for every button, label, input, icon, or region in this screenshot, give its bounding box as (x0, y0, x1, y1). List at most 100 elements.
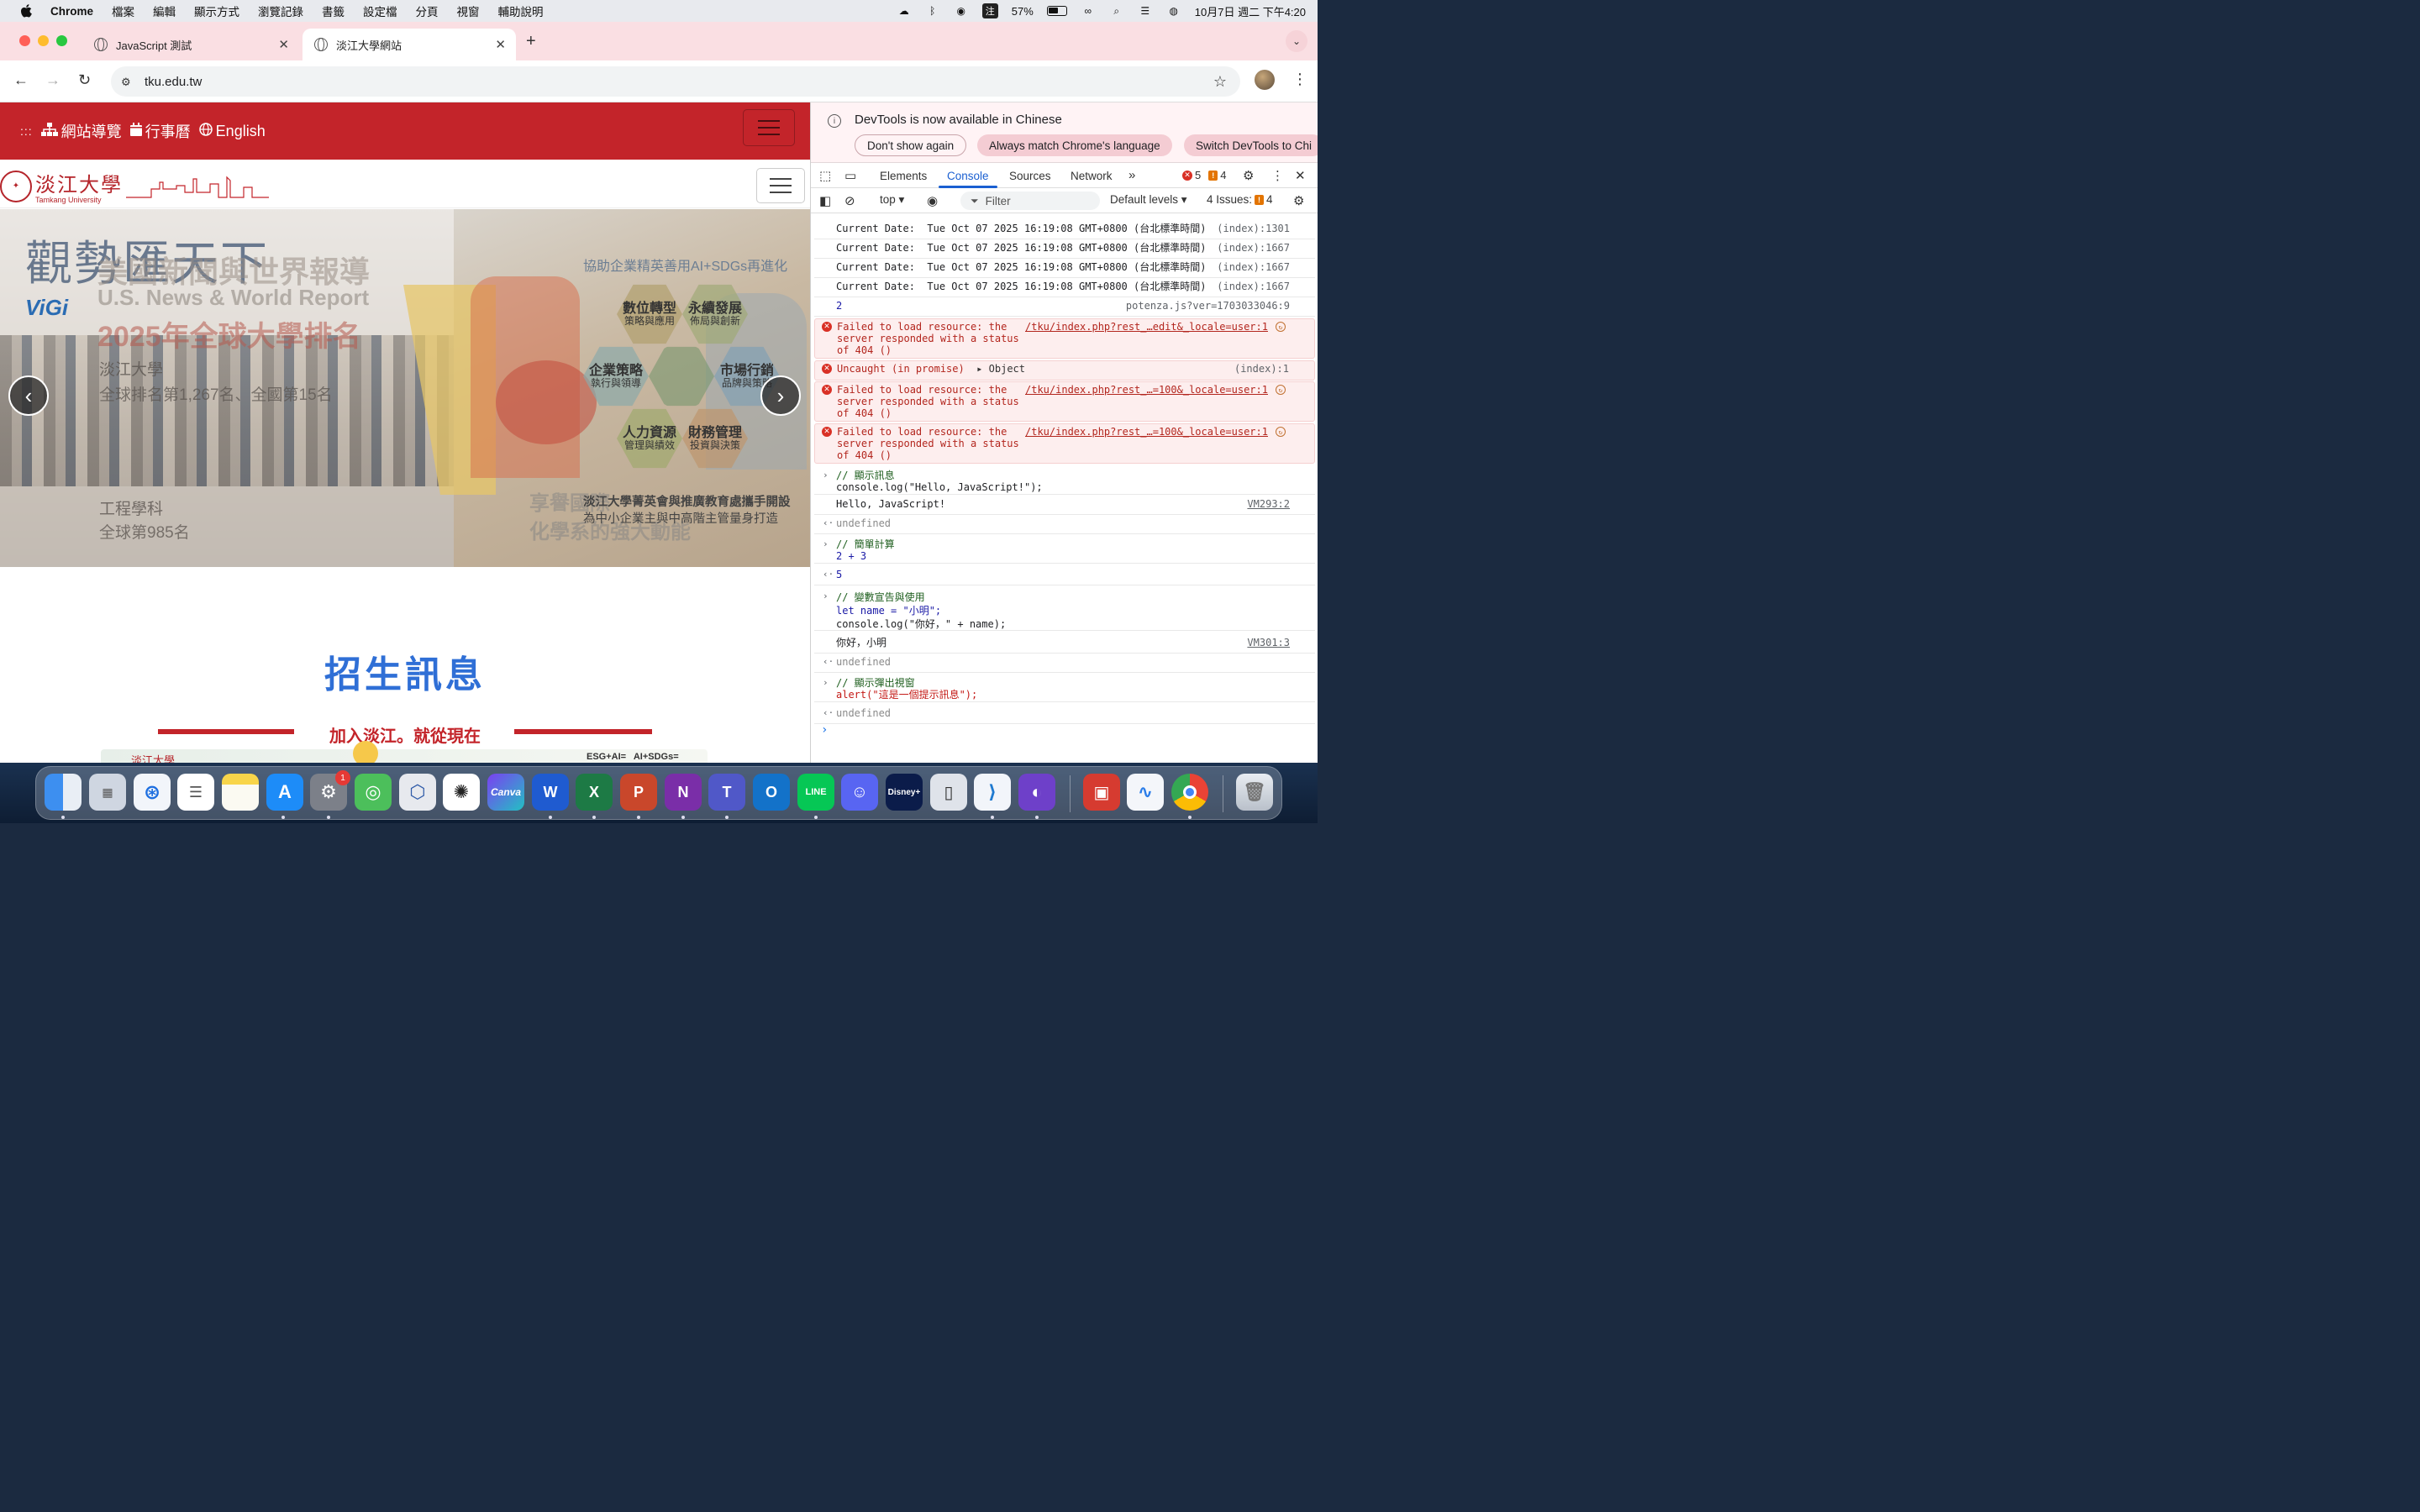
log-source-link[interactable]: (index):1667 (1217, 261, 1290, 273)
line-icon[interactable]: LINE (797, 774, 834, 811)
console-prompt[interactable]: › (821, 723, 828, 737)
word-icon[interactable]: W (532, 774, 569, 811)
virtualbox-icon[interactable]: ⬡ (399, 774, 436, 811)
close-devtools-icon[interactable]: ✕ (1295, 168, 1306, 183)
more-tabs-chevron-icon[interactable]: » (1128, 168, 1135, 182)
notes-icon[interactable] (222, 774, 259, 811)
log-source-link[interactable]: (index):1301 (1217, 223, 1290, 234)
siri-icon[interactable]: ◍ (1166, 5, 1181, 17)
menu-window[interactable]: 視窗 (457, 3, 480, 19)
powerpoint-icon[interactable]: P (620, 774, 657, 811)
tab-search-chevron-icon[interactable]: ⌄ (1286, 30, 1307, 52)
carousel-next-button[interactable]: › (760, 375, 801, 416)
vscode-icon[interactable]: ⟩ (974, 774, 1011, 811)
minimize-window-button[interactable] (38, 35, 49, 46)
chrome-menu-icon[interactable]: ⋮ (1292, 71, 1307, 88)
trash-icon[interactable]: 🗑 (1236, 774, 1273, 811)
system-settings-icon[interactable]: ⚙ 1 (310, 770, 350, 811)
network-request-icon[interactable]: ↻ (1276, 427, 1286, 437)
error-source-link[interactable]: /tku/index.php?rest_…edit&_locale=user:1 (1025, 321, 1268, 333)
menu-app-chrome[interactable]: Chrome (50, 5, 93, 18)
menu-profiles[interactable]: 設定檔 (363, 3, 397, 19)
finder-icon[interactable] (45, 774, 82, 811)
top-hamburger-menu-button[interactable] (743, 109, 795, 146)
carousel-prev-button[interactable]: ‹ (8, 375, 49, 416)
tab-sources[interactable]: Sources (1009, 170, 1051, 182)
console-settings-icon[interactable]: ⚙ (1293, 193, 1304, 208)
profile-avatar[interactable] (1255, 70, 1275, 90)
apple-menu-icon[interactable] (18, 3, 34, 18)
battery-icon[interactable] (1046, 6, 1067, 16)
tab-elements[interactable]: Elements (880, 170, 927, 182)
photo-booth-icon[interactable]: ▣ (1083, 774, 1120, 811)
onenote-icon[interactable]: N (665, 774, 702, 811)
cloud-sync-icon[interactable]: ☁ (897, 5, 912, 17)
launchpad-icon[interactable]: ▦ (89, 774, 126, 811)
find-my-icon[interactable]: ◎ (355, 774, 392, 811)
error-object[interactable]: Object (989, 363, 1025, 375)
always-match-language-button[interactable]: Always match Chrome's language (977, 134, 1172, 156)
tab-console[interactable]: Console (947, 170, 989, 182)
network-request-icon[interactable]: ↻ (1276, 385, 1286, 395)
discord-icon[interactable]: ☺ (841, 774, 878, 811)
console-filter-input[interactable]: ⏷ Filter (960, 192, 1100, 210)
close-window-button[interactable] (19, 35, 30, 46)
input-chevron-icon[interactable]: › (823, 677, 829, 688)
teams-icon[interactable]: T (708, 774, 745, 811)
excel-icon[interactable]: X (576, 774, 613, 811)
settings-gear-icon[interactable]: ⚙ (1243, 168, 1254, 183)
close-tab-icon[interactable]: ✕ (495, 37, 506, 52)
sidebar-toggle-icon[interactable]: ◧ (819, 193, 831, 208)
input-method-indicator[interactable]: 注 (981, 3, 998, 18)
menu-help[interactable]: 輔助說明 (498, 3, 544, 19)
switch-to-chinese-button[interactable]: Switch DevTools to Chi (1184, 134, 1318, 156)
reminders-icon[interactable]: ☰ (177, 774, 214, 811)
expand-triangle-icon[interactable]: ▸ (976, 363, 982, 375)
chatgpt-icon[interactable]: ✺ (443, 774, 480, 811)
log-source-link[interactable]: potenza.js?ver=1703033046:9 (1126, 300, 1290, 312)
control-center-icon[interactable]: ☰ (1138, 5, 1153, 17)
link-icon[interactable]: ∞ (1081, 5, 1096, 17)
chrome-icon[interactable] (1171, 774, 1208, 811)
iphone-mirroring-icon[interactable]: ▯ (930, 774, 967, 811)
menu-view[interactable]: 顯示方式 (194, 3, 239, 19)
menu-history[interactable]: 瀏覽記錄 (258, 3, 303, 19)
tku-logo[interactable]: ✦ 淡江大學 Tamkang University (0, 168, 269, 204)
menu-edit[interactable]: 編輯 (153, 3, 176, 19)
network-request-icon[interactable]: ↻ (1276, 322, 1286, 332)
tab-javascript-test[interactable]: JavaScript 測試 ✕ (82, 29, 299, 60)
menu-tab[interactable]: 分頁 (416, 3, 439, 19)
menu-file[interactable]: 檔案 (112, 3, 134, 19)
url-text[interactable]: tku.edu.tw (145, 75, 202, 89)
close-tab-icon[interactable]: ✕ (278, 37, 289, 52)
log-source-link[interactable]: VM293:2 (1247, 498, 1290, 510)
back-arrow-icon[interactable]: ← (13, 71, 29, 89)
calendar-link[interactable]: 行事曆 (129, 120, 191, 142)
app-store-icon[interactable]: A (266, 774, 303, 811)
sitemap-link[interactable]: 網站導覽 (40, 120, 122, 142)
dont-show-again-button[interactable]: Don't show again (855, 134, 967, 156)
log-source-link[interactable]: (index):1667 (1217, 242, 1290, 254)
airdrop-icon[interactable]: ◉ (954, 5, 969, 17)
bluetooth-icon[interactable]: ᛒ (925, 5, 940, 17)
log-levels-dropdown[interactable]: Default levels ▾ (1110, 193, 1187, 207)
address-bar[interactable]: ⚙ tku.edu.tw ☆ (111, 66, 1240, 97)
grid-dots-icon[interactable]: ::: (20, 124, 33, 138)
devtools-menu-icon[interactable]: ⋮ (1271, 168, 1284, 183)
site-info-icon[interactable]: ⚙ (121, 76, 134, 88)
clear-console-icon[interactable]: ⊘ (844, 193, 855, 208)
error-count-badge[interactable]: ✕ 5 ! 4 (1182, 169, 1226, 181)
reload-icon[interactable]: ↻ (78, 71, 91, 89)
input-chevron-icon[interactable]: › (823, 470, 829, 480)
error-source-link[interactable]: /tku/index.php?rest_…=100&_locale=user:1 (1025, 426, 1268, 438)
new-tab-button[interactable]: + (526, 32, 536, 51)
disney-plus-icon[interactable]: Disney+ (886, 774, 923, 811)
spotlight-search-icon[interactable]: ⌕ (1109, 5, 1124, 17)
tab-network[interactable]: Network (1071, 170, 1113, 182)
bookmark-star-icon[interactable]: ☆ (1213, 73, 1227, 91)
context-selector[interactable]: top ▾ (880, 193, 904, 207)
menubar-datetime[interactable]: 10月7日 週二 下午4:20 (1195, 3, 1306, 19)
tab-tku-website[interactable]: 淡江大學網站 ✕ (302, 29, 516, 60)
canva-icon[interactable]: Canva (487, 774, 524, 811)
safari-icon[interactable]: ⊛ (134, 774, 171, 811)
